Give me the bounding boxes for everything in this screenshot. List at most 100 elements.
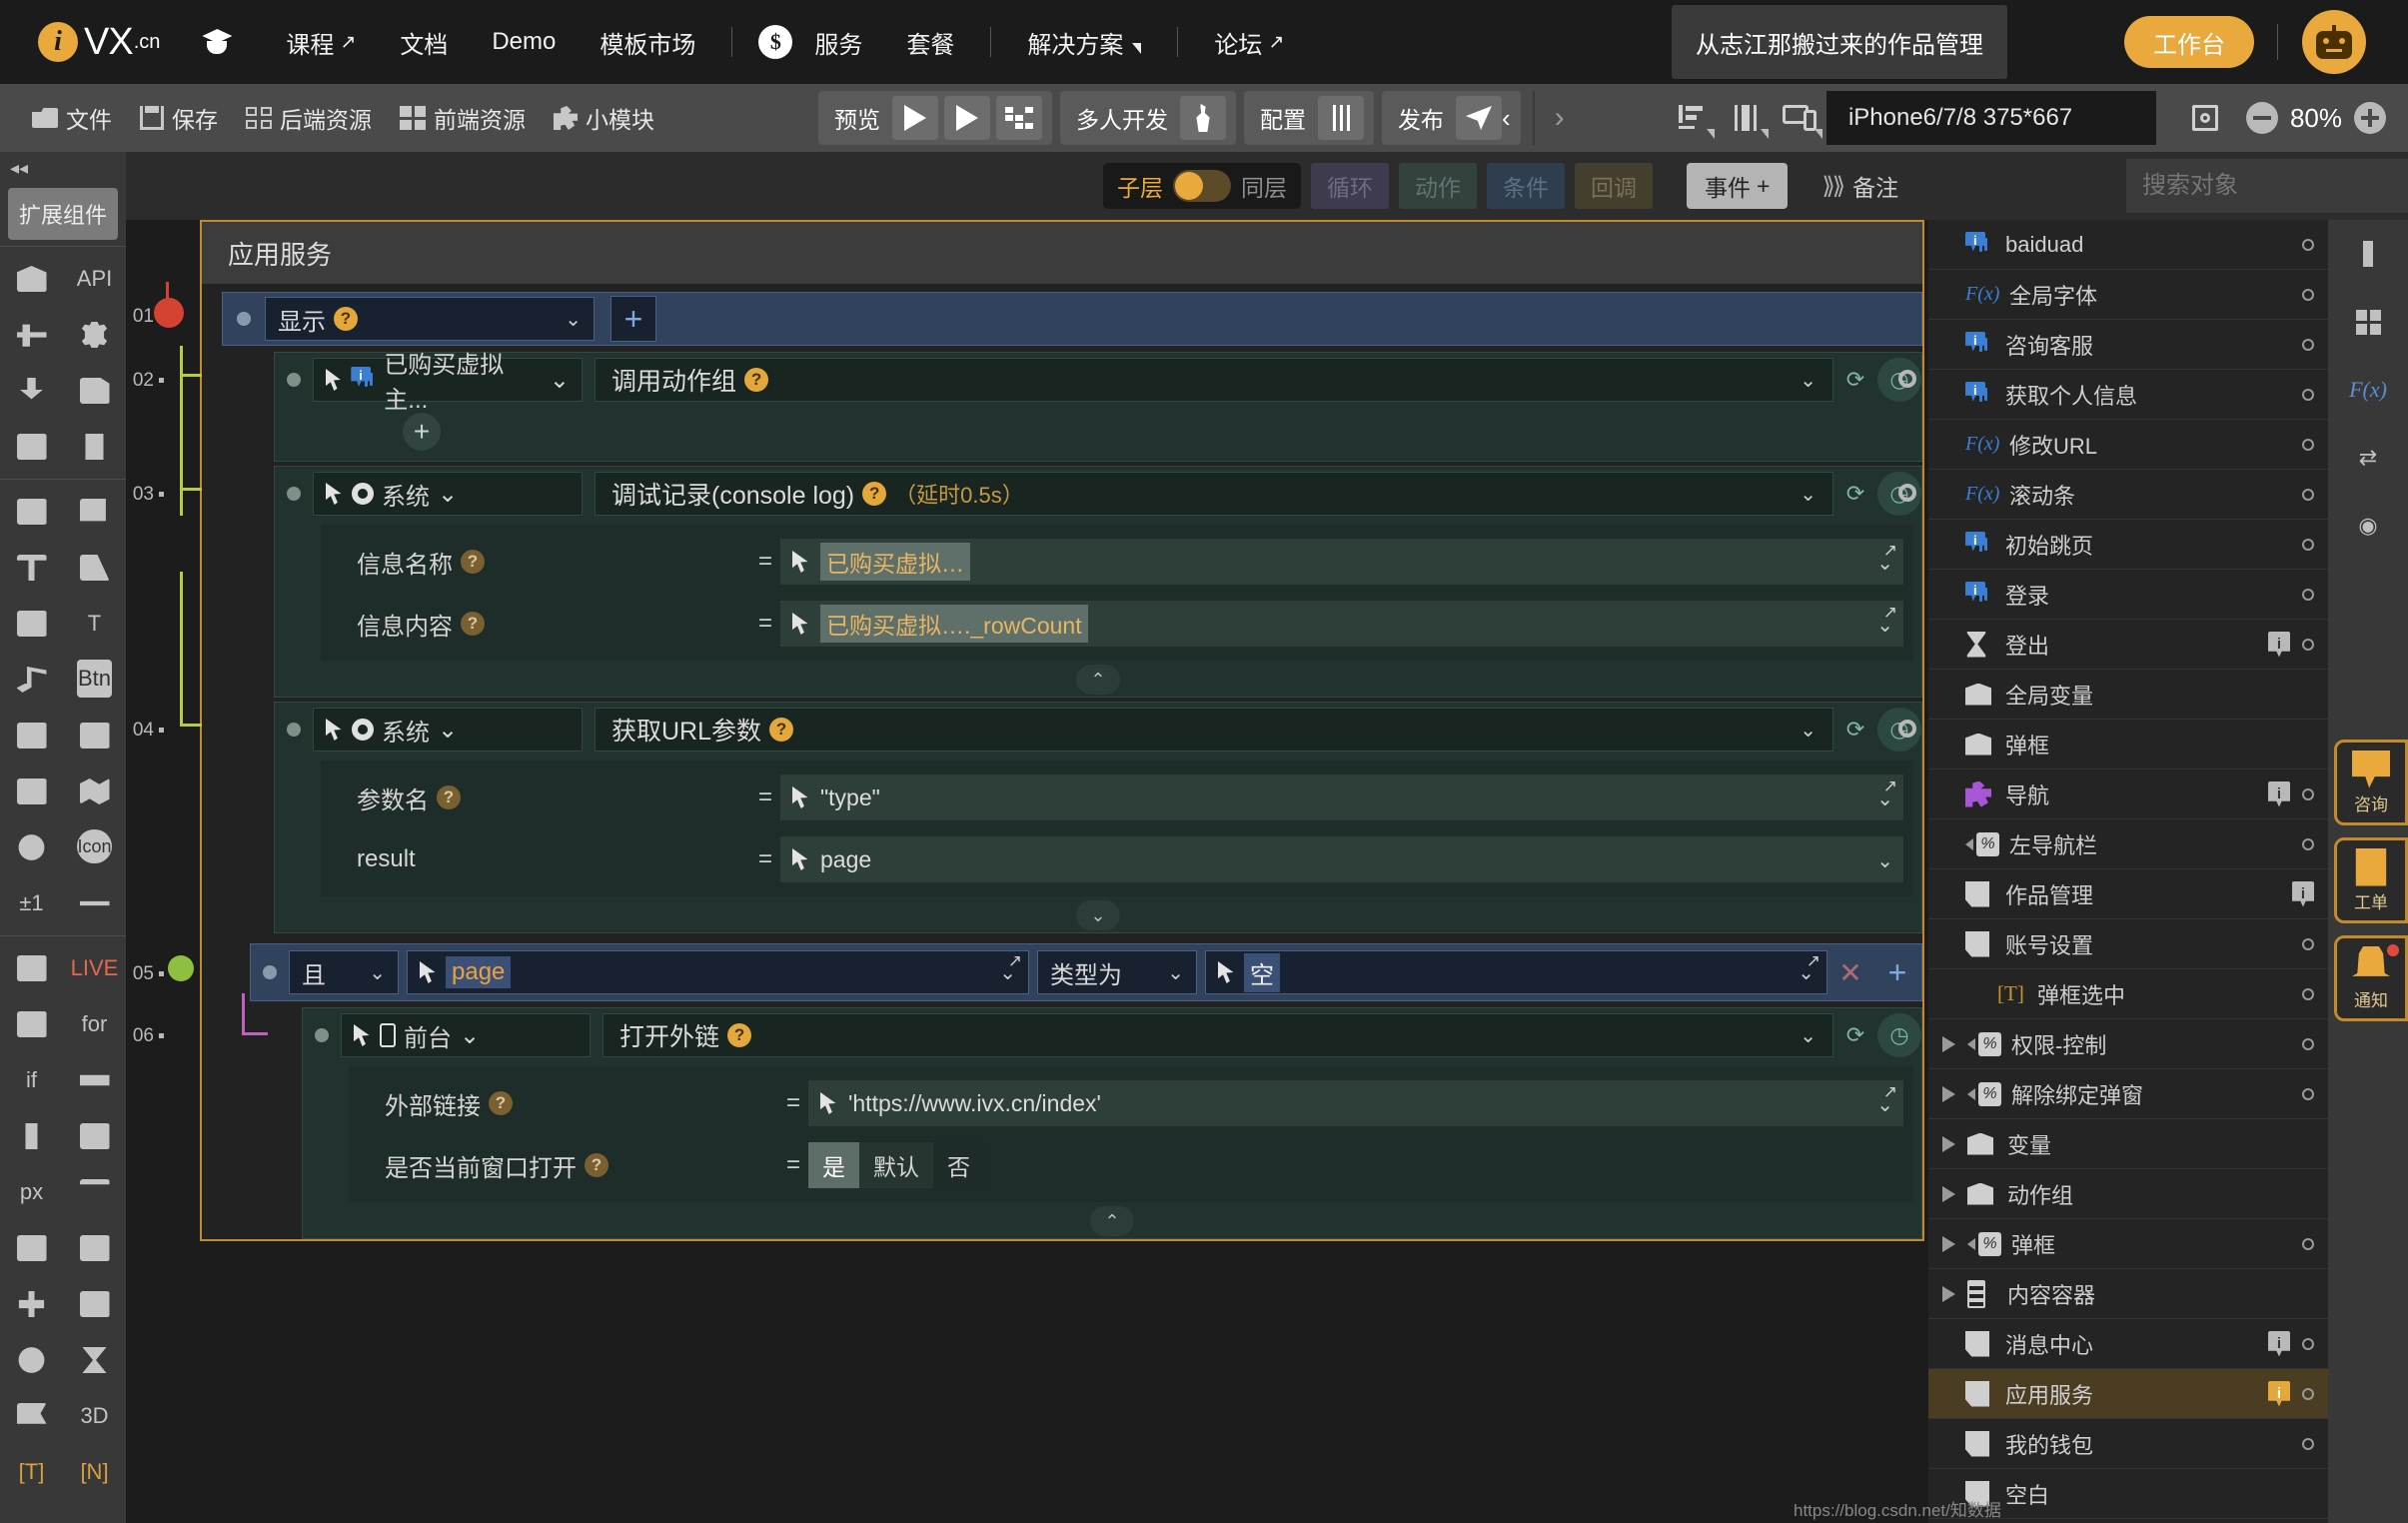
px-icon[interactable]: [63, 1108, 126, 1164]
ticket-widget[interactable]: 工单: [2334, 837, 2408, 923]
tree-item-8[interactable]: 登出 i: [1928, 620, 2328, 670]
action-add-button-02[interactable]: +: [403, 413, 441, 451]
visibility-toggle[interactable]: [2302, 937, 2314, 950]
tree-item-4[interactable]: F(x) 修改URL: [1928, 420, 2328, 470]
tree-item-3[interactable]: 获取个人信息: [1928, 370, 2328, 420]
text-T-icon[interactable]: [0, 540, 63, 596]
param-value-field[interactable]: 'https://www.ivx.cn/index' ↗ ⌄: [808, 1080, 1903, 1126]
tree-item-24[interactable]: 我的钱包: [1928, 1419, 2328, 1469]
boolean-segment-control[interactable]: 是 默认 否: [808, 1142, 984, 1188]
align-distribute-button[interactable]: [1719, 91, 1773, 145]
help-icon[interactable]: ?: [461, 550, 485, 574]
tree-item-15[interactable]: [T] 弹框选中: [1928, 969, 2328, 1019]
qrcode-icon[interactable]: ±1: [0, 875, 63, 931]
icon-font-icon[interactable]: [0, 819, 63, 875]
preview-play-button[interactable]: [892, 96, 938, 140]
sitemap-icon[interactable]: [0, 1276, 63, 1332]
param-value-field[interactable]: "type" ↗ ⌄: [780, 774, 1903, 820]
sort-icon[interactable]: [63, 1164, 126, 1220]
nav-package[interactable]: 套餐: [884, 25, 976, 60]
tree-item-0[interactable]: baiduad: [1928, 220, 2328, 270]
blank2-icon[interactable]: [63, 1276, 126, 1332]
layer-toggle[interactable]: 子层 同层: [1103, 163, 1301, 209]
gear-icon[interactable]: [63, 307, 126, 363]
multiuser-button[interactable]: [1180, 96, 1226, 140]
action-object-select-06[interactable]: 前台 ⌄: [341, 1013, 591, 1057]
toolbar-next-button[interactable]: ›: [1539, 101, 1581, 135]
tree-item-19[interactable]: 动作组: [1928, 1169, 2328, 1219]
file-menu-button[interactable]: 文件: [18, 94, 126, 142]
action-object-select-02[interactable]: 已购买虚拟主... ⌄: [313, 352, 583, 414]
tag-condition[interactable]: 条件: [1487, 163, 1565, 209]
collapse-params-button-04[interactable]: ⌄: [1076, 900, 1120, 930]
images-icon[interactable]: [63, 484, 126, 540]
frontend-resource-button[interactable]: 前端资源: [386, 94, 540, 142]
workbench-button[interactable]: 工作台: [2124, 16, 2254, 68]
device-size-field[interactable]: iPhone6/7/8 375*667: [1825, 91, 2156, 145]
share-node-icon[interactable]: [0, 307, 63, 363]
search-input[interactable]: [2126, 172, 2408, 200]
tree-item-18[interactable]: 变量: [1928, 1119, 2328, 1169]
brand-logo[interactable]: i VX .cn: [38, 21, 160, 64]
row-indicator-02[interactable]: [1898, 370, 1916, 388]
action-refresh-button-06[interactable]: ⟳: [1833, 1013, 1877, 1057]
media-panel-button[interactable]: ◉: [2328, 492, 2408, 560]
action-object-select-03[interactable]: 系统 ⌄: [313, 472, 583, 516]
hourglass-icon[interactable]: [63, 1332, 126, 1388]
condition-logic-select[interactable]: 且 ⌄: [289, 950, 399, 994]
expand-icon[interactable]: ↗: [1806, 951, 1820, 971]
if-icon[interactable]: for: [63, 996, 126, 1052]
publish-button[interactable]: [1456, 96, 1502, 140]
visibility-toggle[interactable]: [2302, 1387, 2314, 1400]
action-refresh-button-03[interactable]: ⟳: [1833, 472, 1877, 516]
nav-service[interactable]: 服务: [792, 25, 884, 60]
notification-widget[interactable]: 通知: [2334, 935, 2408, 1021]
add-event-button[interactable]: 事件 +: [1687, 163, 1789, 209]
config-button[interactable]: [1318, 96, 1364, 140]
tree-item-23[interactable]: 应用服务 i: [1928, 1369, 2328, 1419]
visibility-toggle[interactable]: [2302, 588, 2314, 601]
tree-item-7[interactable]: 登录: [1928, 570, 2328, 620]
visibility-toggle[interactable]: [2302, 1037, 2314, 1050]
nav-template-market[interactable]: 模板市场: [578, 25, 717, 60]
map-icon[interactable]: [63, 763, 126, 819]
progress-icon[interactable]: [63, 1052, 126, 1108]
tree-item-5[interactable]: F(x) 滚动条: [1928, 470, 2328, 520]
extension-components-header[interactable]: 扩展组件: [8, 188, 118, 240]
tree-item-22[interactable]: 消息中心 i: [1928, 1319, 2328, 1369]
tree-item-11[interactable]: 导航 i: [1928, 769, 2328, 819]
browser-ie-icon[interactable]: [0, 763, 63, 819]
component-icon[interactable]: if: [0, 1052, 63, 1108]
visibility-toggle[interactable]: [2302, 1237, 2314, 1250]
expand-triangle-icon[interactable]: [1942, 1135, 1955, 1152]
condition-add-button[interactable]: +: [1873, 954, 1921, 991]
tree-item-20[interactable]: % 弹框: [1928, 1219, 2328, 1269]
action-title-04[interactable]: 获取URL参数 ? ⌄: [595, 708, 1833, 752]
preview-play-outline-button[interactable]: [944, 96, 990, 140]
tree-item-1[interactable]: F(x) 全局字体: [1928, 270, 2328, 320]
graduation-cap-icon[interactable]: [202, 27, 233, 57]
edit-pencil-icon[interactable]: [0, 596, 63, 652]
tree-item-9[interactable]: 全局变量: [1928, 670, 2328, 720]
object-tree-panel[interactable]: baiduad F(x) 全局字体咨询客服获取个人信息 F(x) 修改URL F(x) 滚动…: [1928, 220, 2328, 1523]
action-title-06[interactable]: 打开外链 ? ⌄: [602, 1013, 1833, 1057]
avatar[interactable]: [2302, 10, 2366, 74]
collapse-params-button-06[interactable]: ⌃: [1090, 1206, 1134, 1236]
expand-triangle-icon[interactable]: [1942, 1185, 1955, 1202]
visibility-toggle[interactable]: [2302, 1437, 2314, 1450]
action-title-02[interactable]: 调用动作组 ? ⌄: [595, 358, 1833, 402]
tree-item-14[interactable]: 账号设置: [1928, 919, 2328, 969]
visibility-toggle[interactable]: [2302, 538, 2314, 551]
tree-item-10[interactable]: 弹框: [1928, 720, 2328, 769]
expand-triangle-icon[interactable]: [1942, 1235, 1955, 1252]
save-button[interactable]: 保存: [126, 94, 232, 142]
action-object-select-04[interactable]: 系统 ⌄: [313, 708, 583, 752]
event-add-button[interactable]: +: [610, 296, 656, 342]
clock-icon[interactable]: [0, 1332, 63, 1388]
event-row-display[interactable]: 显示 ? ⌄ +: [222, 292, 1922, 346]
event-marker-icon[interactable]: [154, 298, 184, 328]
small-module-button[interactable]: 小模块: [540, 94, 668, 142]
info-badge-icon[interactable]: i: [2268, 780, 2290, 807]
nav-courses[interactable]: 课程 ↗: [264, 25, 378, 60]
tree-item-6[interactable]: 初始跳页: [1928, 520, 2328, 570]
